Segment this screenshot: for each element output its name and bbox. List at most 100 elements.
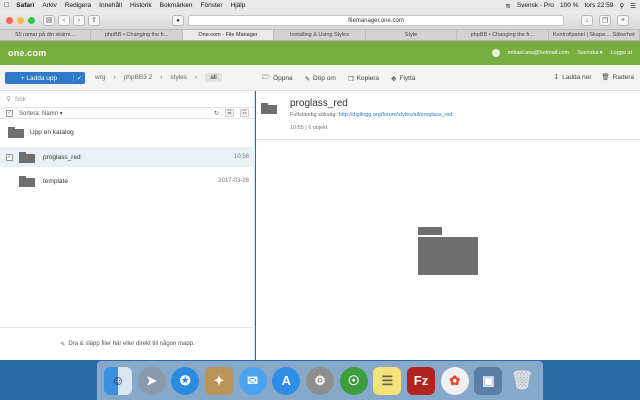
path-link[interactable]: http://digilogg.org/forum/styles/all/pro… — [339, 112, 453, 118]
shield-icon[interactable]: ● — [172, 15, 184, 26]
browser-tab[interactable]: phpBB • Changing the fr... — [91, 30, 183, 40]
trash-icon[interactable]: 🗑 — [508, 367, 536, 395]
folder-open-icon: 🗁 — [262, 74, 271, 81]
detail-meta: 10:55 | 6 objekt — [290, 125, 328, 131]
view-controls: ↻ ☰ ☷ — [214, 109, 249, 117]
macos-menubar:  Safari Arkiv Redigera Innehåll Histori… — [0, 0, 640, 11]
file-actions-right: ↧ Ladda ner 🗑 Radera — [554, 73, 634, 82]
menu-hjalp[interactable]: Hjälp — [231, 2, 246, 9]
download-button[interactable]: ↧ Ladda ner — [554, 73, 592, 82]
messages-icon[interactable]: ✉ — [238, 366, 267, 395]
drop-zone[interactable]: ✎ Dra & släpp filer här eller direkt til… — [0, 327, 255, 360]
delete-button[interactable]: 🗑 Radera — [601, 73, 634, 82]
menu-historik[interactable]: Historik — [130, 2, 152, 9]
new-tab-button[interactable]: + — [617, 15, 629, 26]
image-capture-icon[interactable]: ▣ — [474, 366, 503, 395]
close-window-button[interactable] — [6, 16, 13, 24]
detail-view-button[interactable]: ☷ — [240, 109, 249, 117]
check-icon[interactable]: ✓ — [73, 74, 85, 82]
system-preferences-icon[interactable]: ⚙ — [305, 366, 334, 395]
row-checkbox[interactable] — [6, 178, 13, 185]
menu-arkiv[interactable]: Arkiv — [42, 2, 56, 9]
breadcrumb-item[interactable]: styles — [170, 74, 187, 81]
search-box[interactable]: ⚲ Sök — [6, 95, 26, 104]
chevron-right-icon: › — [195, 74, 198, 81]
notes-icon[interactable]: ☰ — [373, 366, 402, 395]
photos-icon[interactable]: ✿ — [440, 366, 469, 395]
detail-path: Fullständig sökväg: http://digilogg.org/… — [290, 112, 452, 118]
browser-tab[interactable]: 55 ramar på din skärm... — [0, 30, 92, 40]
action-bar: + Ladda upp ✓ wrg › phpBB3 2 › styles › … — [0, 65, 640, 91]
minimize-window-button[interactable] — [17, 16, 24, 24]
row-checkbox[interactable]: ✓ — [6, 153, 13, 161]
large-folder-icon — [418, 227, 478, 275]
file-actions: 🗁 Öppna ✎ Döp om ❐ Kopiera ✥ Flytta — [262, 73, 415, 84]
breadcrumb-item[interactable]: wrg — [95, 74, 105, 81]
list-item[interactable]: ✓ proglass_red 10:56 — [0, 147, 255, 167]
launchpad-icon[interactable]: ➤ — [137, 366, 166, 395]
logout-link[interactable]: Logga ut — [611, 50, 632, 56]
select-all-checkbox[interactable]: ✓ — [6, 109, 13, 117]
browser-tabs: 55 ramar på din skärm... phpBB • Changin… — [0, 30, 640, 41]
spotlight-icon[interactable]: ⚲ — [619, 2, 624, 10]
menu-bokmarken[interactable]: Bokmärken — [160, 2, 193, 9]
detail-panel: proglass_red Fullständig sökväg: http://… — [256, 91, 640, 360]
list-view-button[interactable]: ☰ — [225, 109, 234, 117]
safari-icon[interactable]: ✪ — [171, 366, 200, 395]
macos-dock: ☺ ➤ ✪ ✦ ✉ A ⚙ ☉ ☰ Fz ✿ ▣ 🗑 — [97, 361, 543, 400]
download-icon[interactable]: ↓ — [581, 15, 593, 26]
browser-tab[interactable]: Kontrollpanel | Skapa ... Säkerhet — [549, 30, 640, 40]
tabs-overview-icon[interactable]: ❐ — [599, 15, 611, 26]
upload-button[interactable]: + Ladda upp ✓ — [5, 72, 85, 84]
address-bar[interactable]: filemanager.one.com — [188, 15, 564, 26]
browser-tab-active[interactable]: One.com - File Manager — [182, 30, 275, 40]
finder-icon[interactable]: ☺ — [103, 366, 132, 395]
sort-dropdown[interactable]: Sortera: Namn ▾ — [19, 110, 63, 117]
sidebar-icon[interactable]: ▤ — [43, 14, 55, 26]
network-globe-icon[interactable]: ☉ — [339, 366, 368, 395]
app-store-icon[interactable]: A — [272, 366, 301, 395]
menu-safari[interactable]: Safari — [16, 2, 34, 9]
sort-row: ✓ Sortera: Namn ▾ ↻ ☰ ☷ — [0, 107, 255, 119]
copy-icon: ❐ — [347, 75, 354, 83]
filezilla-icon[interactable]: Fz — [407, 366, 436, 395]
search-input[interactable]: Sök — [15, 96, 26, 103]
notification-icon[interactable]: ☰ — [630, 2, 636, 10]
move-icon: ✥ — [391, 75, 397, 83]
item-name: proglass_red — [43, 153, 81, 161]
zoom-window-button[interactable] — [28, 16, 35, 24]
wifi-icon[interactable]: ≋ — [505, 2, 510, 10]
detail-title: proglass_red — [290, 98, 348, 109]
browser-tab[interactable]: Installing & Using Styles — [274, 30, 366, 40]
breadcrumb-item[interactable]: phpBB3 2 — [124, 74, 153, 81]
up-directory[interactable]: Upp en katalog — [8, 127, 74, 138]
preview-icon[interactable]: ✦ — [204, 366, 233, 395]
menu-innehall[interactable]: Innehåll — [99, 2, 122, 9]
back-button[interactable]: ‹ — [58, 14, 70, 26]
menu-redigera[interactable]: Redigera — [65, 2, 91, 9]
browser-tab[interactable]: Style — [366, 30, 458, 40]
input-language[interactable]: Svensk - Pro — [517, 2, 554, 9]
move-button[interactable]: ✥ Flytta — [391, 73, 415, 84]
breadcrumb: wrg › phpBB3 2 › styles › all — [95, 73, 222, 82]
rename-button[interactable]: ✎ Döp om — [305, 73, 336, 84]
list-item[interactable]: template 2017-03-28 — [0, 171, 255, 191]
user-email[interactable]: mikael.asa@hotmail.com — [508, 50, 570, 56]
header-right: mikael.asa@hotmail.com Svenska ▾ Logga u… — [491, 49, 632, 57]
logo[interactable]: one.com — [8, 48, 46, 58]
search-icon: ⚲ — [6, 96, 11, 103]
battery-level[interactable]: 100 % — [560, 2, 578, 9]
share-icon[interactable]: ⇧ — [88, 14, 100, 26]
apple-icon[interactable]:  — [4, 2, 9, 9]
refresh-icon[interactable]: ↻ — [214, 110, 219, 117]
forward-button[interactable]: › — [73, 14, 85, 26]
clock[interactable]: tors 22:59 — [584, 2, 613, 9]
copy-button[interactable]: ❐ Kopiera — [348, 73, 379, 84]
breadcrumb-current[interactable]: all — [205, 73, 222, 82]
language-select[interactable]: Svenska ▾ — [577, 50, 602, 56]
menu-fonster[interactable]: Fönster — [201, 2, 223, 9]
folder-icon — [19, 151, 35, 163]
browser-tab[interactable]: phpBB • Changing the fr... — [457, 30, 549, 40]
open-button[interactable]: 🗁 Öppna — [262, 73, 293, 84]
app-header: one.com mikael.asa@hotmail.com Svenska ▾… — [0, 41, 640, 65]
